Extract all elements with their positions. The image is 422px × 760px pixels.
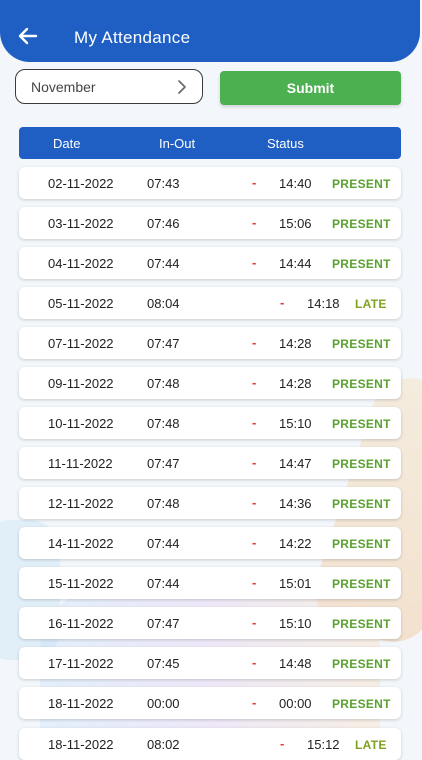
row-dash: - [252,455,257,470]
row-out-time: 15:10 [279,416,312,431]
row-status: PRESENT [332,497,391,511]
row-in-time: 08:04 [147,296,180,311]
attendance-row: 18-11-2022 08:02 - 15:12 LATE [19,728,401,760]
row-in-time: 00:00 [147,696,180,711]
row-in-time: 07:45 [147,656,180,671]
row-status: PRESENT [332,177,391,191]
row-status: PRESENT [332,377,391,391]
attendance-row: 04-11-2022 07:44 - 14:44 PRESENT [19,247,401,279]
row-dash: - [252,695,257,710]
table-header: Date In-Out Status [19,127,401,159]
row-dash: - [252,215,257,230]
row-status: PRESENT [332,537,391,551]
row-status: PRESENT [332,417,391,431]
row-status: PRESENT [332,217,391,231]
row-status: PRESENT [332,697,391,711]
column-header-date: Date [53,136,81,151]
row-date: 15-11-2022 [48,576,114,591]
row-date: 05-11-2022 [48,296,114,311]
column-header-inout: In-Out [159,136,196,151]
row-in-time: 07:47 [147,456,180,471]
page-title: My Attendance [74,28,191,47]
row-out-time: 14:22 [279,536,312,551]
attendance-row: 11-11-2022 07:47 - 14:47 PRESENT [19,447,401,479]
attendance-row: 03-11-2022 07:46 - 15:06 PRESENT [19,207,401,239]
row-in-time: 07:43 [147,176,180,191]
row-status: PRESENT [332,577,391,591]
row-dash: - [252,175,257,190]
attendance-row: 12-11-2022 07:48 - 14:36 PRESENT [19,487,401,519]
app-header: My Attendance [0,0,420,62]
row-date: 10-11-2022 [48,416,114,431]
attendance-row: 15-11-2022 07:44 - 15:01 PRESENT [19,567,401,599]
row-in-time: 07:48 [147,376,180,391]
row-status: PRESENT [332,337,391,351]
row-out-time: 15:10 [279,616,312,631]
row-status: LATE [355,297,387,311]
row-in-time: 07:47 [147,336,180,351]
row-out-time: 15:06 [279,216,312,231]
row-out-time: 14:28 [279,376,312,391]
attendance-row: 17-11-2022 07:45 - 14:48 PRESENT [19,647,401,679]
attendance-row: 10-11-2022 07:48 - 15:10 PRESENT [19,407,401,439]
row-dash: - [252,415,257,430]
row-dash: - [252,535,257,550]
row-date: 18-11-2022 [48,696,114,711]
row-date: 03-11-2022 [48,216,114,231]
row-status: PRESENT [332,257,391,271]
row-dash: - [252,495,257,510]
month-value: November [31,79,96,95]
row-out-time: 14:28 [279,336,312,351]
row-out-time: 14:18 [307,296,340,311]
row-date: 11-11-2022 [48,456,113,471]
row-dash: - [280,295,285,310]
row-dash: - [252,575,257,590]
row-in-time: 07:44 [147,536,180,551]
row-out-time: 14:48 [279,656,312,671]
attendance-row: 16-11-2022 07:47 - 15:10 PRESENT [19,607,401,639]
row-out-time: 14:44 [279,256,312,271]
row-status: PRESENT [332,457,391,471]
attendance-row: 07-11-2022 07:47 - 14:28 PRESENT [19,327,401,359]
column-header-status: Status [267,136,304,151]
row-date: 02-11-2022 [48,176,114,191]
attendance-row: 05-11-2022 08:04 - 14:18 LATE [19,287,401,319]
row-dash: - [252,255,257,270]
attendance-row: 02-11-2022 07:43 - 14:40 PRESENT [19,167,401,199]
row-out-time: 15:01 [279,576,312,591]
row-in-time: 07:46 [147,216,180,231]
row-in-time: 07:47 [147,616,180,631]
row-status: PRESENT [332,617,391,631]
row-dash: - [252,615,257,630]
attendance-row: 09-11-2022 07:48 - 14:28 PRESENT [19,367,401,399]
attendance-row: 18-11-2022 00:00 - 00:00 PRESENT [19,687,401,719]
row-date: 04-11-2022 [48,256,114,271]
row-dash: - [252,335,257,350]
row-in-time: 07:44 [147,576,180,591]
row-dash: - [252,375,257,390]
row-out-time: 14:47 [279,456,312,471]
row-dash: - [280,736,285,751]
attendance-row: 14-11-2022 07:44 - 14:22 PRESENT [19,527,401,559]
row-date: 09-11-2022 [48,376,114,391]
row-date: 07-11-2022 [48,336,114,351]
row-date: 14-11-2022 [48,536,114,551]
row-in-time: 07:44 [147,256,180,271]
row-out-time: 14:36 [279,496,312,511]
row-dash: - [252,655,257,670]
arrow-left-icon[interactable] [18,26,38,46]
row-out-time: 00:00 [279,696,312,711]
row-status: PRESENT [332,657,391,671]
row-date: 12-11-2022 [48,496,114,511]
row-date: 16-11-2022 [48,616,114,631]
row-in-time: 07:48 [147,416,180,431]
row-in-time: 07:48 [147,496,180,511]
row-out-time: 14:40 [279,176,312,191]
row-date: 17-11-2022 [48,656,114,671]
submit-button[interactable]: Submit [220,71,401,105]
month-select[interactable]: November [15,69,203,104]
chevron-right-icon [178,80,186,94]
